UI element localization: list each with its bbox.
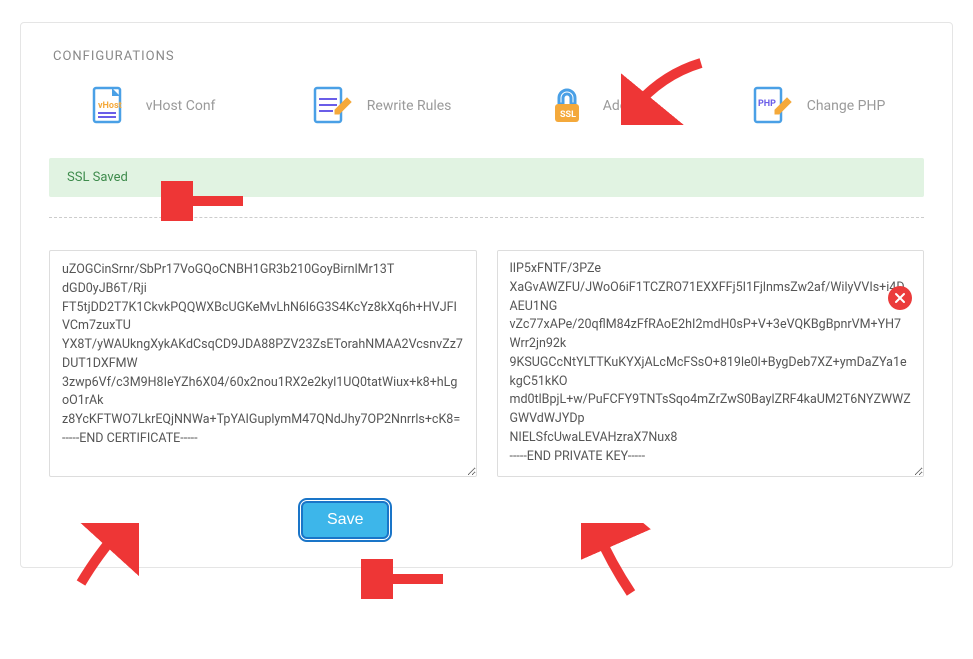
rewrite-rules-label: Rewrite Rules: [367, 98, 452, 114]
save-button[interactable]: Save: [301, 501, 389, 539]
svg-text:PHP: PHP: [758, 99, 776, 109]
svg-text:vHost: vHost: [98, 101, 122, 111]
close-button[interactable]: [888, 286, 912, 310]
save-row: Save: [21, 477, 952, 567]
add-ssl-icon: SSL: [545, 84, 589, 128]
change-php-button[interactable]: PHP Change PHP: [749, 84, 886, 128]
vhost-conf-icon: vHost: [88, 84, 132, 128]
configurations-panel: CONFIGURATIONS vHost vHost Conf: [20, 22, 953, 568]
vhost-conf-label: vHost Conf: [146, 98, 216, 114]
svg-text:SSL: SSL: [560, 110, 576, 120]
alert-text: SSL Saved: [67, 170, 128, 185]
divider: [49, 217, 924, 218]
ssl-textareas: [21, 238, 952, 477]
private-key-textarea[interactable]: [497, 250, 925, 477]
change-php-label: Change PHP: [807, 98, 886, 114]
add-ssl-label: Add SSL: [603, 98, 656, 114]
success-alert: SSL Saved: [49, 158, 924, 197]
config-row: vHost vHost Conf R: [21, 74, 952, 158]
change-php-icon: PHP: [749, 84, 793, 128]
vhost-conf-button[interactable]: vHost vHost Conf: [88, 84, 216, 128]
close-icon: [894, 289, 906, 308]
rewrite-rules-button[interactable]: Rewrite Rules: [309, 84, 452, 128]
rewrite-rules-icon: [309, 84, 353, 128]
section-title: CONFIGURATIONS: [21, 23, 952, 74]
add-ssl-button[interactable]: SSL Add SSL: [545, 84, 656, 128]
certificate-textarea[interactable]: [49, 250, 477, 477]
